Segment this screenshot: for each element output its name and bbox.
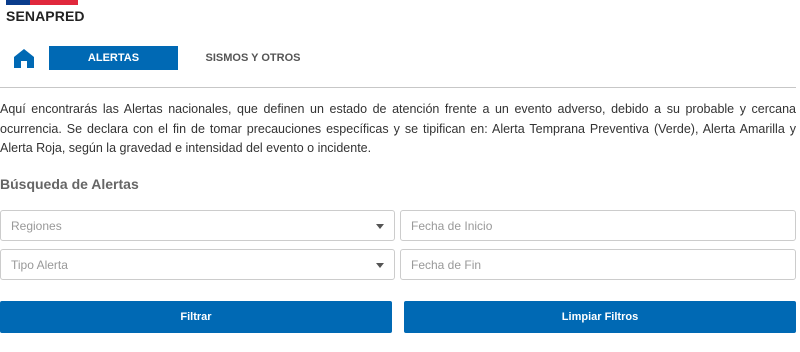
alerts-description: Aquí encontrarás las Alertas nacionales,… xyxy=(0,102,796,155)
chevron-down-icon xyxy=(376,224,384,229)
clear-filters-button[interactable]: Limpiar Filtros xyxy=(404,301,796,333)
fecha-inicio-input[interactable]: Fecha de Inicio xyxy=(400,210,796,241)
brand-logo-text[interactable]: SENAPRED xyxy=(6,8,85,24)
tipo-alerta-select[interactable]: Tipo Alerta xyxy=(0,249,395,280)
nav-divider xyxy=(0,87,796,88)
regiones-select[interactable]: Regiones xyxy=(0,210,395,241)
tipo-alerta-select-label: Tipo Alerta xyxy=(11,257,68,272)
logo-bar-red xyxy=(30,0,78,5)
alert-nav: ALERTAS SISMOS Y OTROS xyxy=(0,44,800,72)
filter-button[interactable]: Filtrar xyxy=(0,301,392,333)
fecha-fin-placeholder: Fecha de Fin xyxy=(411,257,482,272)
fecha-fin-input[interactable]: Fecha de Fin xyxy=(400,249,796,280)
regiones-select-label: Regiones xyxy=(11,218,62,233)
home-icon[interactable] xyxy=(12,47,36,69)
search-section-title: Búsqueda de Alertas xyxy=(0,176,139,192)
chevron-down-icon xyxy=(376,263,384,268)
logo-color-bar xyxy=(6,0,78,5)
fecha-inicio-placeholder: Fecha de Inicio xyxy=(411,218,493,233)
tab-sismos-y-otros[interactable]: SISMOS Y OTROS xyxy=(190,46,316,70)
tab-alertas[interactable]: ALERTAS xyxy=(49,46,178,70)
logo-bar-blue xyxy=(6,0,30,5)
